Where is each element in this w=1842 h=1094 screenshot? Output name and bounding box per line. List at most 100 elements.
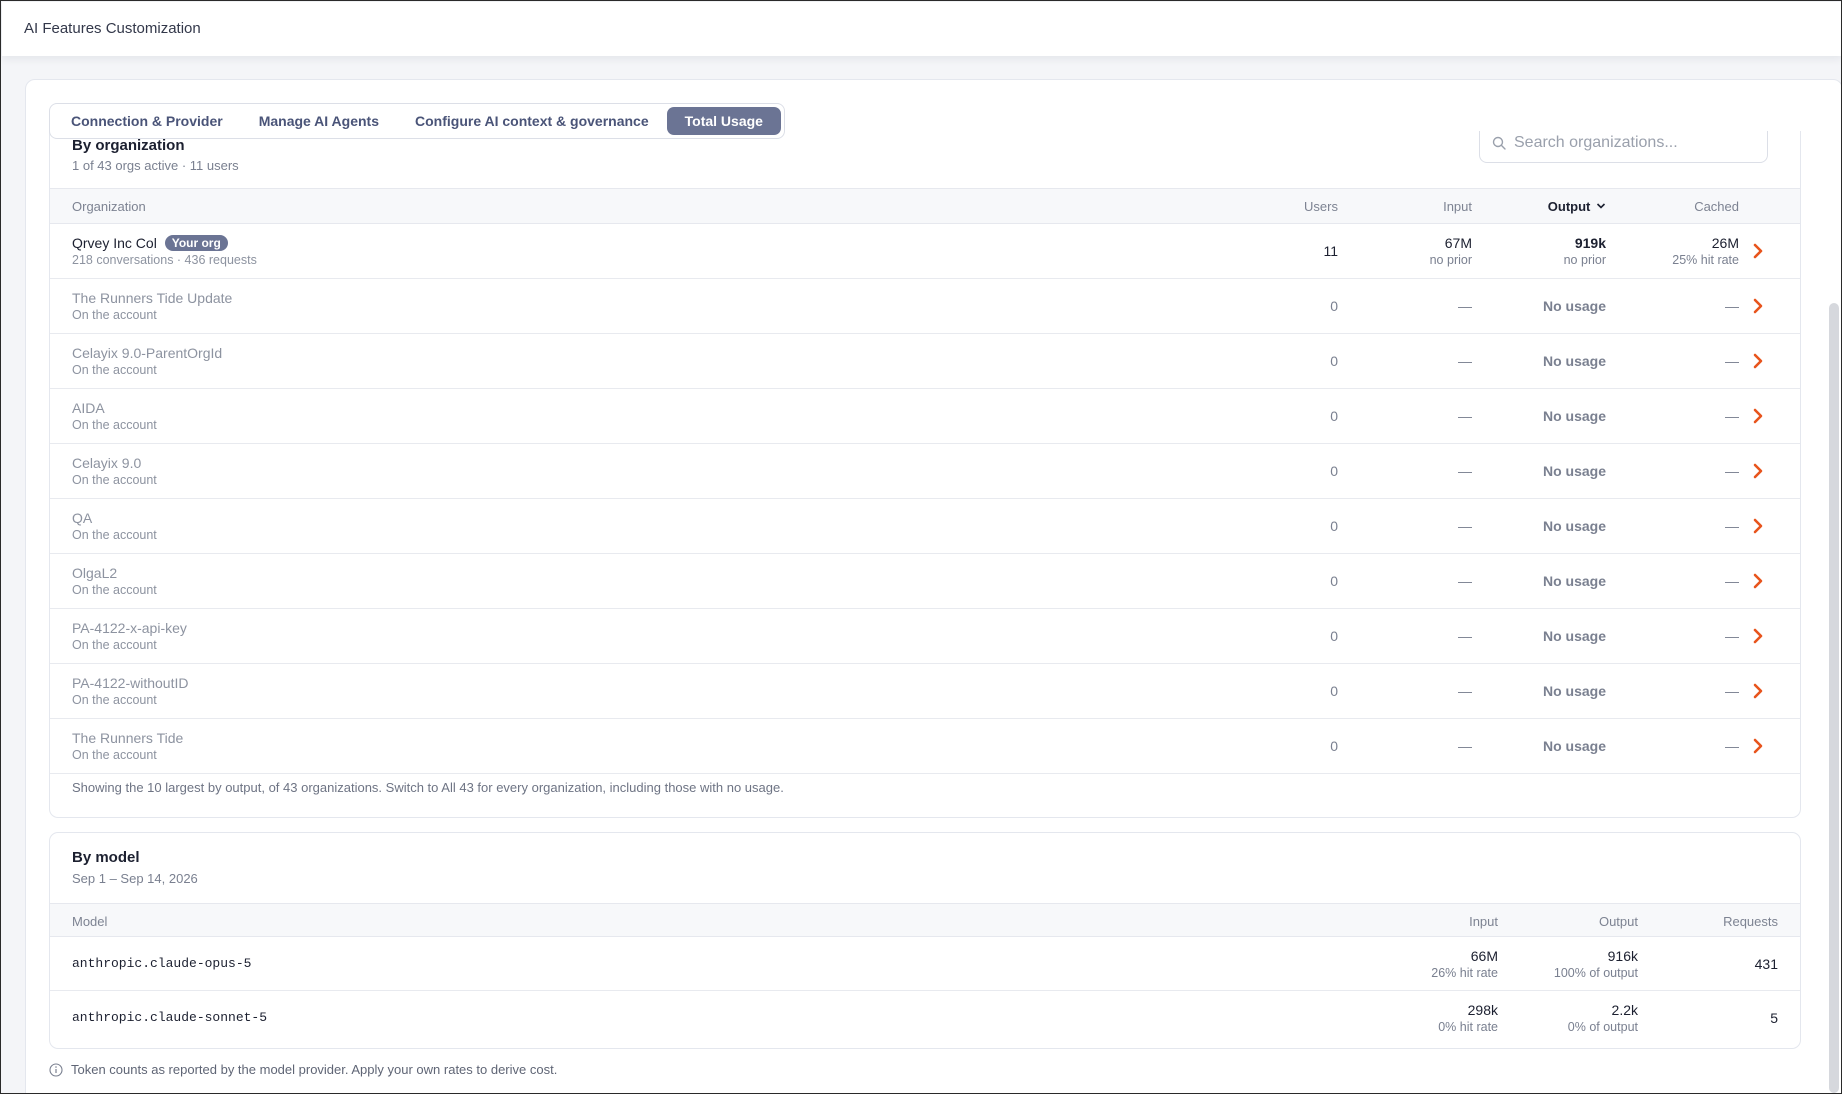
org-meta: On the account — [72, 638, 157, 652]
col-model: Model — [72, 914, 108, 929]
org-name: PA-4122-withoutID — [72, 675, 189, 691]
table-row[interactable]: Qrvey Inc Col Your org 218 conversations… — [50, 224, 1800, 279]
cached-value: — — [1725, 683, 1739, 699]
search-icon — [1492, 136, 1506, 150]
org-name: PA-4122-x-api-key — [72, 620, 187, 636]
chevron-right-icon[interactable] — [1752, 298, 1764, 314]
chevron-right-icon[interactable] — [1752, 573, 1764, 589]
section-subtitle: Sep 1 – Sep 14, 2026 — [72, 871, 198, 886]
chevron-down-icon — [1596, 203, 1606, 209]
search-input[interactable] — [1514, 134, 1754, 152]
info-note: Token counts as reported by the model pr… — [49, 1062, 557, 1077]
input-value: — — [1458, 353, 1472, 369]
input-value: — — [1458, 408, 1472, 424]
col-input: Input — [1469, 914, 1498, 929]
input-value: — — [1458, 628, 1472, 644]
tab-connection-provider[interactable]: Connection & Provider — [53, 107, 241, 135]
chevron-right-icon[interactable] — [1752, 628, 1764, 644]
table-row[interactable]: PA-4122-x-api-key On the account 0 — No … — [50, 609, 1800, 664]
cached-value: — — [1725, 463, 1739, 479]
org-meta: On the account — [72, 693, 157, 707]
org-meta: 218 conversations · 436 requests — [72, 253, 257, 267]
output-value: No usage — [1542, 463, 1606, 479]
chevron-right-icon[interactable] — [1752, 353, 1764, 369]
app-window: AI Features Customization Connection & P… — [0, 0, 1842, 1094]
input-value: — — [1458, 683, 1472, 699]
input-value: — — [1458, 518, 1472, 534]
output-value: No usage — [1542, 683, 1606, 699]
col-output[interactable]: Output — [1548, 199, 1606, 214]
by-organization-panel: By organization 1 of 43 orgs active · 11… — [49, 131, 1801, 818]
input-sub: 26% hit rate — [1431, 966, 1498, 980]
users-value: 0 — [1330, 628, 1338, 644]
org-meta: On the account — [72, 308, 157, 322]
output-value: No usage — [1542, 298, 1606, 314]
cached-value: 26M — [1711, 235, 1739, 251]
col-cached[interactable]: Cached — [1694, 199, 1739, 214]
table-row[interactable]: anthropic.claude-opus-5 66M 26% hit rate… — [50, 937, 1800, 991]
input-value: — — [1458, 573, 1472, 589]
input-value: — — [1458, 298, 1472, 314]
input-sub: 0% hit rate — [1438, 1020, 1498, 1034]
input-value: — — [1458, 463, 1472, 479]
org-name: AIDA — [72, 400, 105, 416]
org-meta: On the account — [72, 583, 157, 597]
output-value: 916k — [1607, 948, 1638, 964]
org-name: OlgaL2 — [72, 565, 118, 581]
users-value: 0 — [1330, 683, 1338, 699]
org-meta: On the account — [72, 748, 157, 762]
table-row[interactable]: Celayix 9.0 On the account 0 — No usage … — [50, 444, 1800, 499]
users-value: 0 — [1330, 573, 1338, 589]
cached-value: — — [1725, 628, 1739, 644]
chevron-right-icon[interactable] — [1752, 243, 1764, 259]
input-sub: no prior — [1429, 253, 1472, 267]
chevron-right-icon[interactable] — [1752, 683, 1764, 699]
section-title: By model — [72, 849, 140, 866]
cached-value: — — [1725, 573, 1739, 589]
col-users[interactable]: Users — [1304, 199, 1338, 214]
output-value: No usage — [1542, 353, 1606, 369]
model-name: anthropic.claude-sonnet-5 — [72, 1010, 268, 1025]
info-icon — [49, 1062, 63, 1077]
table-row[interactable]: The Runners Tide Update On the account 0… — [50, 279, 1800, 334]
cached-value: — — [1725, 518, 1739, 534]
output-sub: 0% of output — [1567, 1020, 1638, 1034]
input-value: 66M — [1470, 948, 1498, 964]
output-value: No usage — [1542, 738, 1606, 754]
chevron-right-icon[interactable] — [1752, 408, 1764, 424]
model-name: anthropic.claude-opus-5 — [72, 956, 252, 971]
col-input[interactable]: Input — [1443, 199, 1472, 214]
output-value: 2.2k — [1611, 1002, 1638, 1018]
requests-value: 5 — [1770, 1010, 1778, 1026]
cached-value: — — [1725, 353, 1739, 369]
table-row[interactable]: OlgaL2 On the account 0 — No usage — — [50, 554, 1800, 609]
col-requests: Requests — [1723, 914, 1778, 929]
tab-manage-ai-agents[interactable]: Manage AI Agents — [241, 107, 397, 135]
users-value: 0 — [1330, 298, 1338, 314]
table-row[interactable]: PA-4122-withoutID On the account 0 — No … — [50, 664, 1800, 719]
org-meta: On the account — [72, 363, 157, 377]
table-row[interactable]: The Runners Tide On the account 0 — No u… — [50, 719, 1800, 774]
table-row[interactable]: anthropic.claude-sonnet-5 298k 0% hit ra… — [50, 991, 1800, 1047]
output-value: No usage — [1542, 408, 1606, 424]
scrollbar-thumb[interactable] — [1829, 303, 1839, 1093]
table-row[interactable]: Celayix 9.0-ParentOrgId On the account 0… — [50, 334, 1800, 389]
chevron-right-icon[interactable] — [1752, 738, 1764, 754]
output-value: No usage — [1542, 573, 1606, 589]
cached-value: — — [1725, 738, 1739, 754]
input-value: 298k — [1467, 1002, 1498, 1018]
org-meta: On the account — [72, 473, 157, 487]
tab-bar: Connection & Provider Manage AI Agents C… — [49, 103, 785, 139]
search-box[interactable] — [1479, 131, 1768, 163]
output-sub: 100% of output — [1553, 966, 1638, 980]
table-row[interactable]: QA On the account 0 — No usage — — [50, 499, 1800, 554]
tab-configure-ai-context[interactable]: Configure AI context & governance — [397, 107, 667, 135]
chevron-right-icon[interactable] — [1752, 518, 1764, 534]
table-row[interactable]: AIDA On the account 0 — No usage — — [50, 389, 1800, 444]
users-value: 0 — [1330, 738, 1338, 754]
chevron-right-icon[interactable] — [1752, 463, 1764, 479]
org-name: QA — [72, 510, 93, 526]
col-organization[interactable]: Organization — [72, 199, 146, 214]
section-subtitle: 1 of 43 orgs active · 11 users — [72, 158, 239, 173]
tab-total-usage[interactable]: Total Usage — [666, 107, 781, 135]
